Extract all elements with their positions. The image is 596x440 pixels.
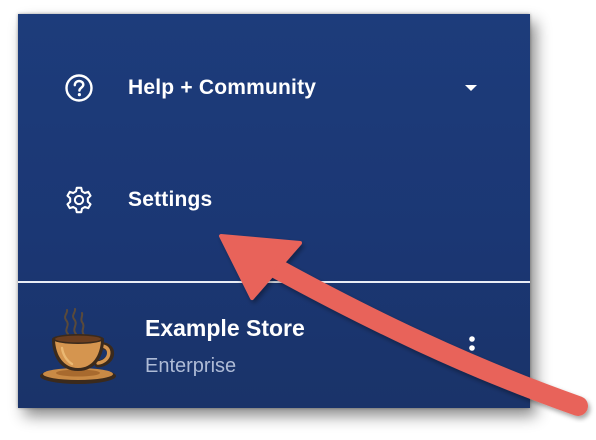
store-switcher[interactable]: Example Store Enterprise — [18, 284, 530, 408]
help-circle-icon — [64, 73, 94, 103]
navigation-panel: Help + Community Settings Example Store … — [18, 14, 530, 408]
menu-item-settings[interactable]: Settings — [18, 172, 530, 228]
gear-icon — [64, 185, 94, 215]
menu-item-label: Help + Community — [128, 76, 317, 99]
chevron-down-icon[interactable] — [462, 79, 480, 97]
more-vertical-icon[interactable] — [458, 330, 486, 366]
divider — [18, 281, 530, 283]
screenshot-stage: Help + Community Settings Example Store … — [0, 0, 596, 440]
store-logo — [38, 308, 122, 388]
store-name: Example Store — [145, 315, 305, 341]
menu-item-label: Settings — [128, 188, 213, 211]
store-plan: Enterprise — [145, 355, 237, 377]
menu-item-help-community[interactable]: Help + Community — [18, 60, 530, 116]
